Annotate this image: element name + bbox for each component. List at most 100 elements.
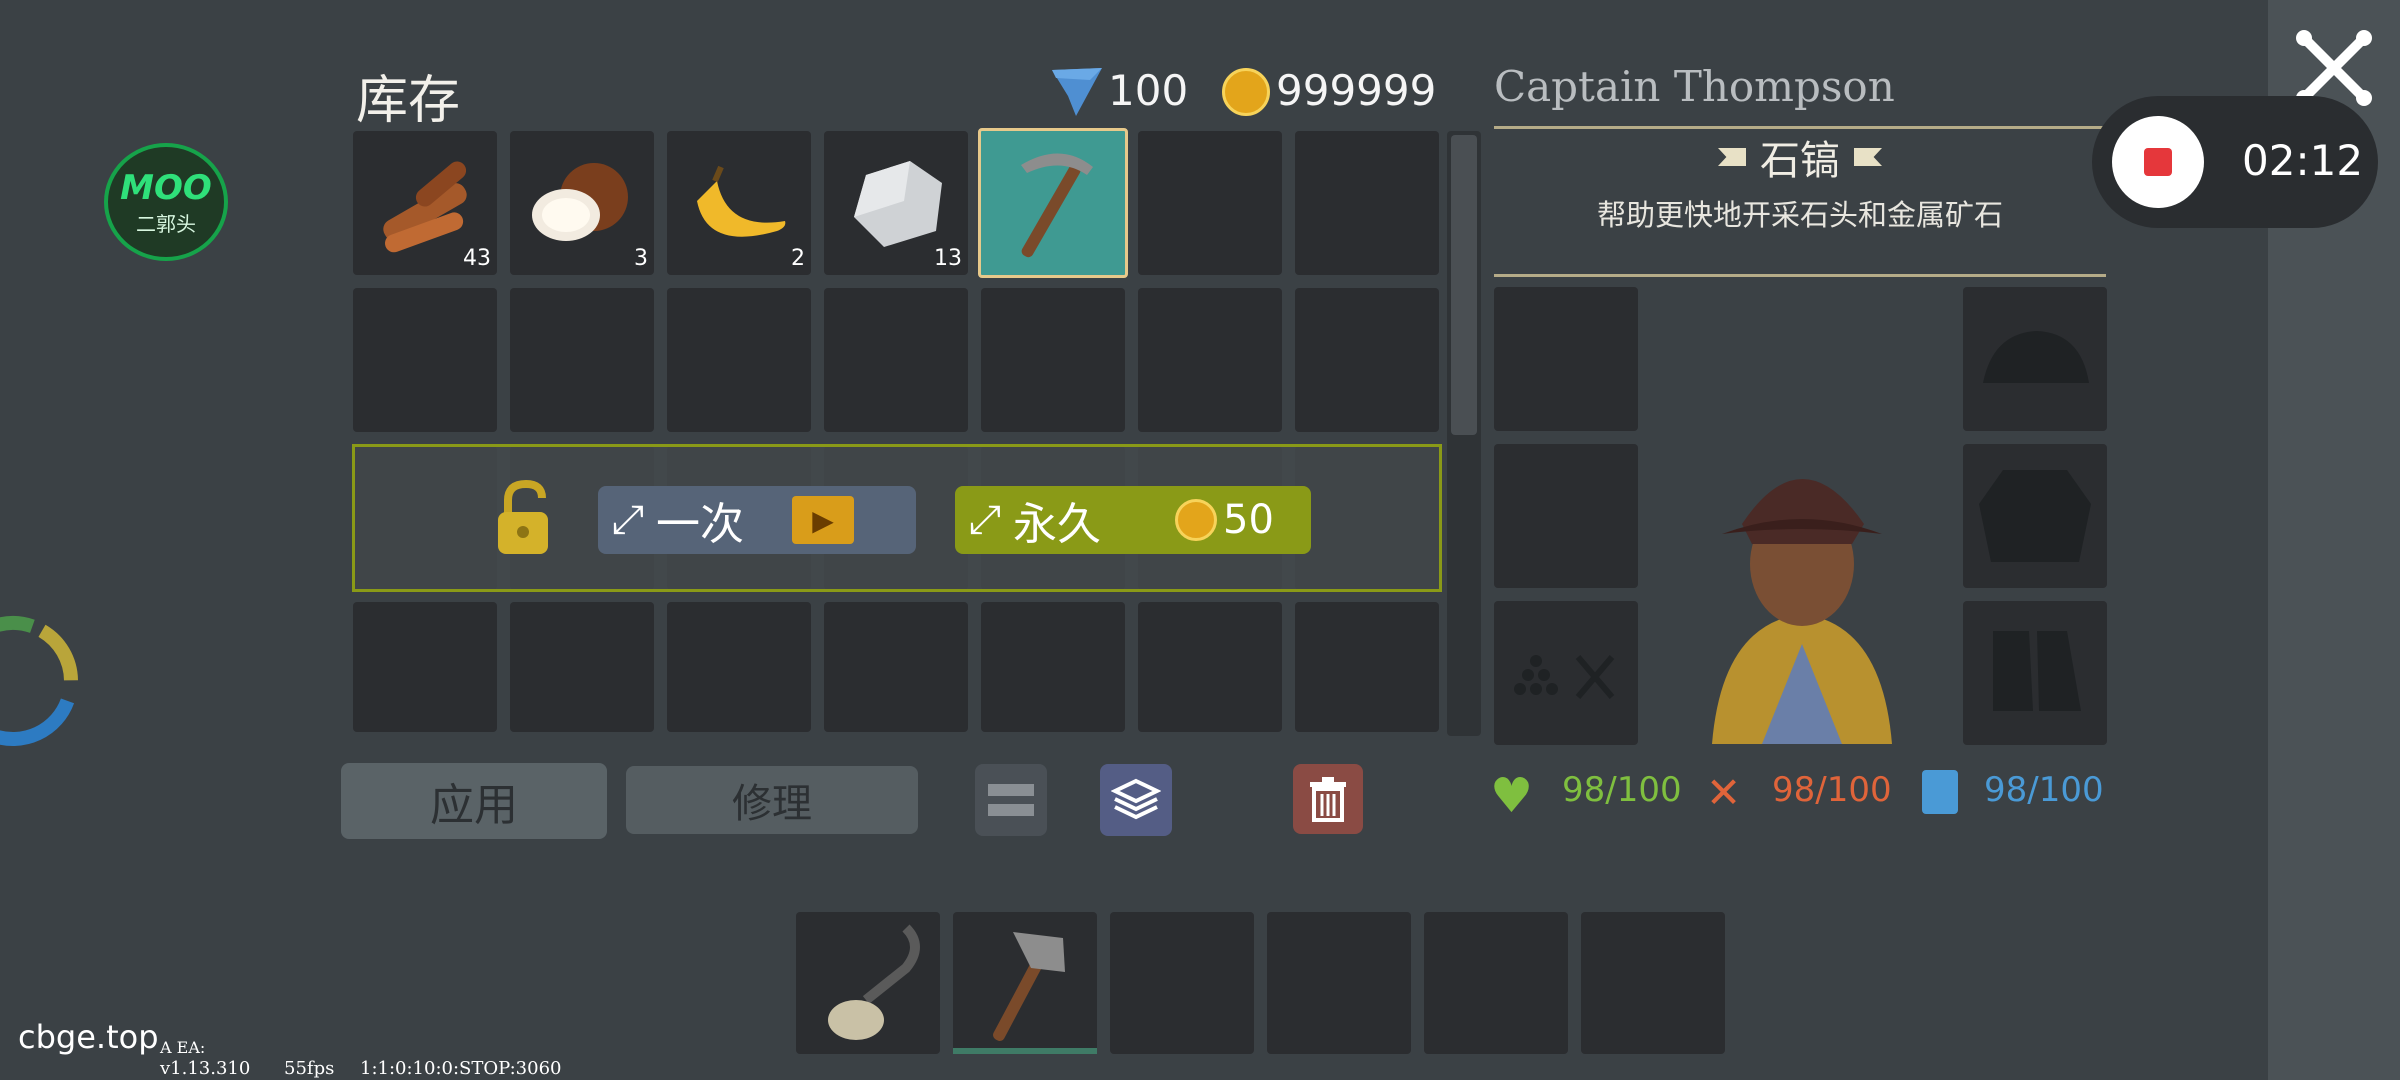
- inventory-slot-stone[interactable]: 13: [824, 131, 968, 275]
- jacket-icon: [1979, 470, 2091, 562]
- item-title: 石镐: [1760, 138, 1840, 184]
- coin-icon: [1222, 68, 1270, 116]
- hotbar-slot-axe[interactable]: [953, 912, 1097, 1054]
- item-title-row: 石镐: [1494, 128, 2106, 186]
- inventory-slot[interactable]: [1138, 288, 1282, 432]
- split-icon: [988, 784, 1034, 816]
- repair-button[interactable]: 修理: [626, 766, 918, 834]
- inventory-slot-coconut[interactable]: 3: [510, 131, 654, 275]
- ribbon-left-icon: [1718, 148, 1746, 166]
- stone-axe-icon: [993, 932, 1065, 1041]
- unlock-once-label: 一次: [656, 499, 744, 550]
- character-portrait: [1652, 444, 1952, 744]
- hotbar-slot-hook[interactable]: [796, 912, 940, 1054]
- inventory-slot[interactable]: [824, 288, 968, 432]
- trash-icon: [1310, 777, 1346, 822]
- inventory-slot[interactable]: [667, 288, 811, 432]
- item-count: 13: [934, 246, 962, 271]
- inventory-slot[interactable]: [510, 288, 654, 432]
- stop-icon: [2144, 148, 2172, 176]
- logo-text-top: MOO: [120, 167, 212, 208]
- version-text: v1.13.310: [160, 1058, 251, 1079]
- inventory-title: 库存: [356, 71, 461, 131]
- inventory-slot[interactable]: [1295, 131, 1439, 275]
- water-value: 98/100: [1984, 770, 2104, 810]
- inventory-scrollbar[interactable]: [1447, 131, 1481, 736]
- food-value: 98/100: [1772, 770, 1892, 810]
- inventory-slot-banana[interactable]: 2: [667, 131, 811, 275]
- record-stop-button[interactable]: [2112, 116, 2204, 208]
- equip-slot-ammo[interactable]: [1494, 601, 1638, 745]
- boots-icon: [1993, 631, 2081, 711]
- watermark: cbge.top: [18, 1018, 159, 1056]
- item-description: 帮助更快地开采石头和金属矿石: [1596, 198, 2003, 232]
- logo-text-bottom: 二郭头: [136, 211, 196, 236]
- unlock-permanent-label: 永久: [1013, 499, 1101, 550]
- coin-count: 999999: [1276, 66, 1437, 115]
- lock-icon: [490, 478, 562, 558]
- hotbar-slot[interactable]: [1581, 912, 1725, 1054]
- durability-bar: [953, 1048, 1097, 1054]
- inventory-slot[interactable]: [981, 288, 1125, 432]
- item-count: 3: [634, 246, 648, 271]
- hat-icon: [1983, 331, 2089, 383]
- split-stack-button[interactable]: [975, 764, 1047, 836]
- equip-slot-head[interactable]: [1963, 287, 2107, 431]
- character-name: Captain Thompson: [1494, 62, 1895, 111]
- scrollbar-thumb[interactable]: [1451, 135, 1477, 435]
- inventory-slot[interactable]: [1138, 602, 1282, 732]
- equip-slot-body[interactable]: [1963, 444, 2107, 588]
- expand-icon: ⤢: [969, 497, 1001, 543]
- ribbon-right-icon: [1854, 148, 1882, 166]
- item-count: 2: [791, 246, 805, 271]
- stack-button[interactable]: [1100, 764, 1172, 836]
- inventory-slot[interactable]: [353, 288, 497, 432]
- video-ad-icon: ▶: [792, 496, 854, 544]
- hotbar-slot[interactable]: [1267, 912, 1411, 1054]
- inventory-slot[interactable]: [510, 602, 654, 732]
- apply-label: 应用: [430, 780, 518, 831]
- recording-indicator[interactable]: 02:12: [2092, 96, 2378, 228]
- unlock-permanent-cost: 50: [1223, 497, 1274, 543]
- delete-button[interactable]: [1293, 764, 1363, 834]
- repair-label: 修理: [732, 781, 812, 827]
- expand-icon: ⤢: [612, 497, 644, 543]
- item-count: 43: [463, 246, 491, 271]
- coin-icon: [1175, 499, 1217, 541]
- inventory-slot[interactable]: [1295, 602, 1439, 732]
- fps-text: 55fps: [284, 1058, 335, 1079]
- hook-icon: [828, 924, 920, 1040]
- food-icon: ✕: [1706, 768, 1742, 817]
- gem-icon: [1050, 66, 1104, 118]
- unlock-permanent-button[interactable]: ⤢ 永久 50: [955, 486, 1311, 554]
- water-icon: [1922, 770, 1958, 814]
- debug-text: 1:1:0:10:0:STOP:3060: [360, 1058, 562, 1079]
- inventory-slot[interactable]: [1138, 131, 1282, 275]
- debug-label: A EA:: [160, 1038, 206, 1057]
- inventory-slot-wood[interactable]: 43: [353, 131, 497, 275]
- apply-button[interactable]: 应用: [341, 763, 607, 839]
- banana-icon: [697, 165, 786, 237]
- hotbar-slot[interactable]: [1424, 912, 1568, 1054]
- inventory-slot[interactable]: [353, 602, 497, 732]
- equip-slot-accessory[interactable]: [1494, 287, 1638, 431]
- coconut-icon: [532, 163, 628, 241]
- pickaxe-icon: [1021, 153, 1093, 258]
- gem-count: 100: [1108, 66, 1189, 115]
- inventory-slot[interactable]: [667, 602, 811, 732]
- layers-icon: [1111, 778, 1161, 820]
- ammo-icon: [1514, 655, 1615, 699]
- equip-slot-accessory[interactable]: [1494, 444, 1638, 588]
- inventory-slot[interactable]: [981, 602, 1125, 732]
- circular-gauge: [0, 608, 86, 754]
- inventory-slot-pickaxe[interactable]: [978, 128, 1128, 278]
- inventory-slot[interactable]: [1295, 288, 1439, 432]
- health-value: 98/100: [1562, 770, 1682, 810]
- recording-time: 02:12: [2242, 136, 2364, 185]
- moo-logo: MOO 二郭头: [104, 143, 228, 261]
- unlock-once-button[interactable]: ⤢ 一次 ▶: [598, 486, 916, 554]
- divider: [1494, 274, 2106, 277]
- inventory-slot[interactable]: [824, 602, 968, 732]
- hotbar-slot[interactable]: [1110, 912, 1254, 1054]
- equip-slot-feet[interactable]: [1963, 601, 2107, 745]
